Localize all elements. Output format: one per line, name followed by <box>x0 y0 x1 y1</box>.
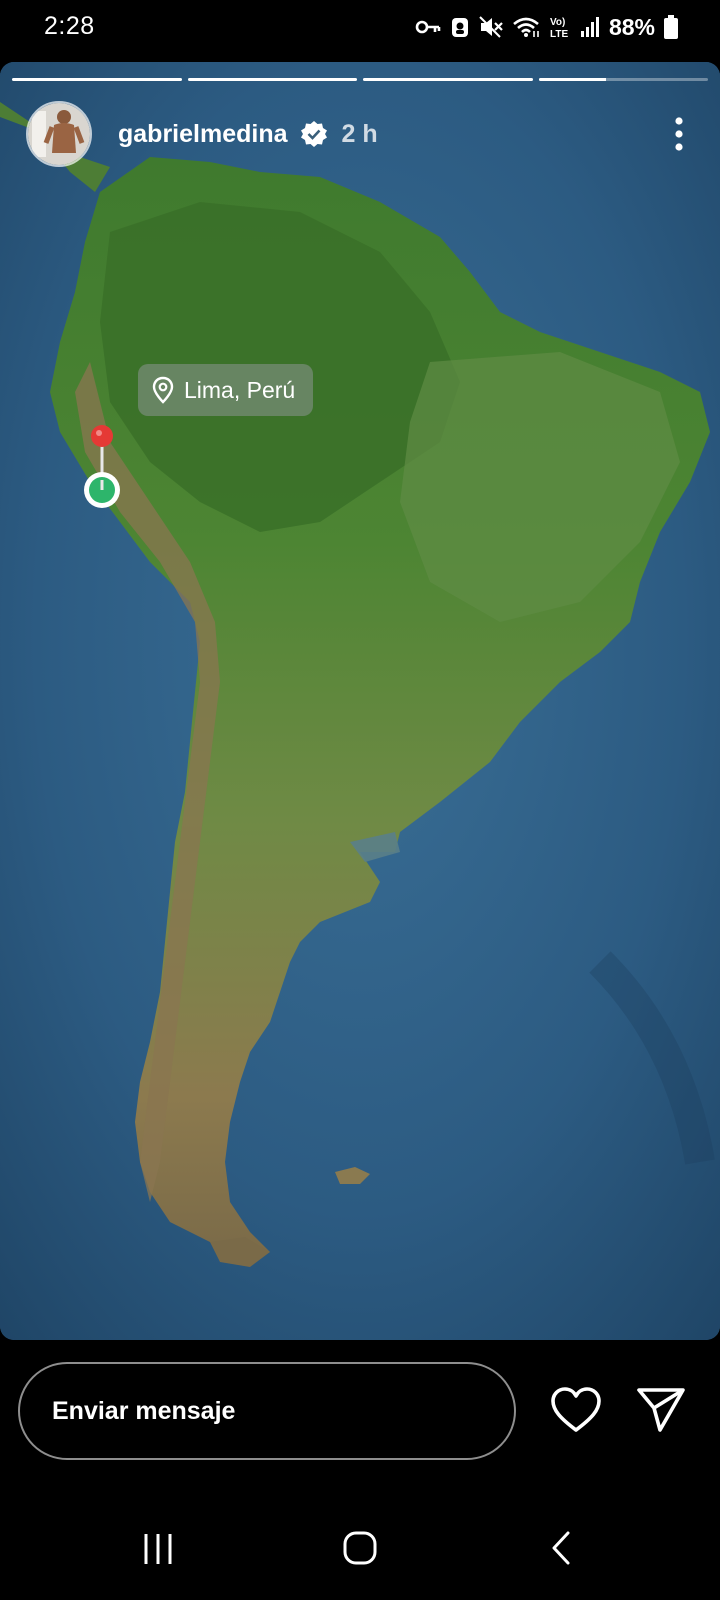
progress-fill <box>538 78 607 81</box>
vpn-key-icon <box>415 20 441 34</box>
progress-fill <box>363 78 533 81</box>
progress-fill <box>187 78 357 81</box>
location-sticker[interactable]: Lima, Perú <box>138 364 314 416</box>
status-icons: Vo) LTE 88% <box>415 14 678 40</box>
map-pin-marker <box>84 425 120 508</box>
progress-segment <box>363 78 533 81</box>
progress-fill <box>12 78 182 81</box>
location-pin-icon <box>152 376 174 404</box>
location-label: Lima, Perú <box>184 376 296 403</box>
svg-text:LTE: LTE <box>550 29 568 39</box>
more-options-button[interactable] <box>664 110 694 158</box>
home-icon[interactable] <box>342 1530 378 1566</box>
battery-icon <box>664 15 678 39</box>
username[interactable]: gabrielmedina <box>118 120 288 149</box>
story-header: gabrielmedina 2 h <box>26 100 694 168</box>
recent-apps-icon[interactable] <box>142 1532 174 1566</box>
more-vertical-icon <box>675 117 683 151</box>
back-icon[interactable] <box>550 1530 572 1566</box>
status-time: 2:28 <box>44 12 95 40</box>
send-message-input[interactable]: Enviar mensaje <box>18 1362 516 1460</box>
wifi-icon <box>513 17 539 37</box>
mute-icon <box>479 16 503 38</box>
south-america-satellite-map <box>0 62 720 1340</box>
heart-icon[interactable] <box>550 1386 602 1434</box>
avatar[interactable] <box>26 101 92 167</box>
story-progress <box>12 78 708 81</box>
send-icon[interactable] <box>636 1386 686 1434</box>
verified-badge-icon <box>300 120 328 148</box>
signal-icon <box>580 17 599 37</box>
progress-segment <box>187 78 357 81</box>
volte-icon: Vo) LTE <box>550 17 568 39</box>
progress-segment <box>12 78 182 81</box>
story-frame[interactable]: gabrielmedina 2 h Lima, Perú <box>0 62 720 1340</box>
lock-icon <box>451 18 468 37</box>
svg-text:Vo): Vo) <box>550 17 565 28</box>
progress-segment <box>538 78 708 81</box>
status-bar: 2:28 Vo) LTE 88% <box>0 0 720 56</box>
battery-percent: 88% <box>608 13 655 40</box>
post-time: 2 h <box>341 119 378 148</box>
